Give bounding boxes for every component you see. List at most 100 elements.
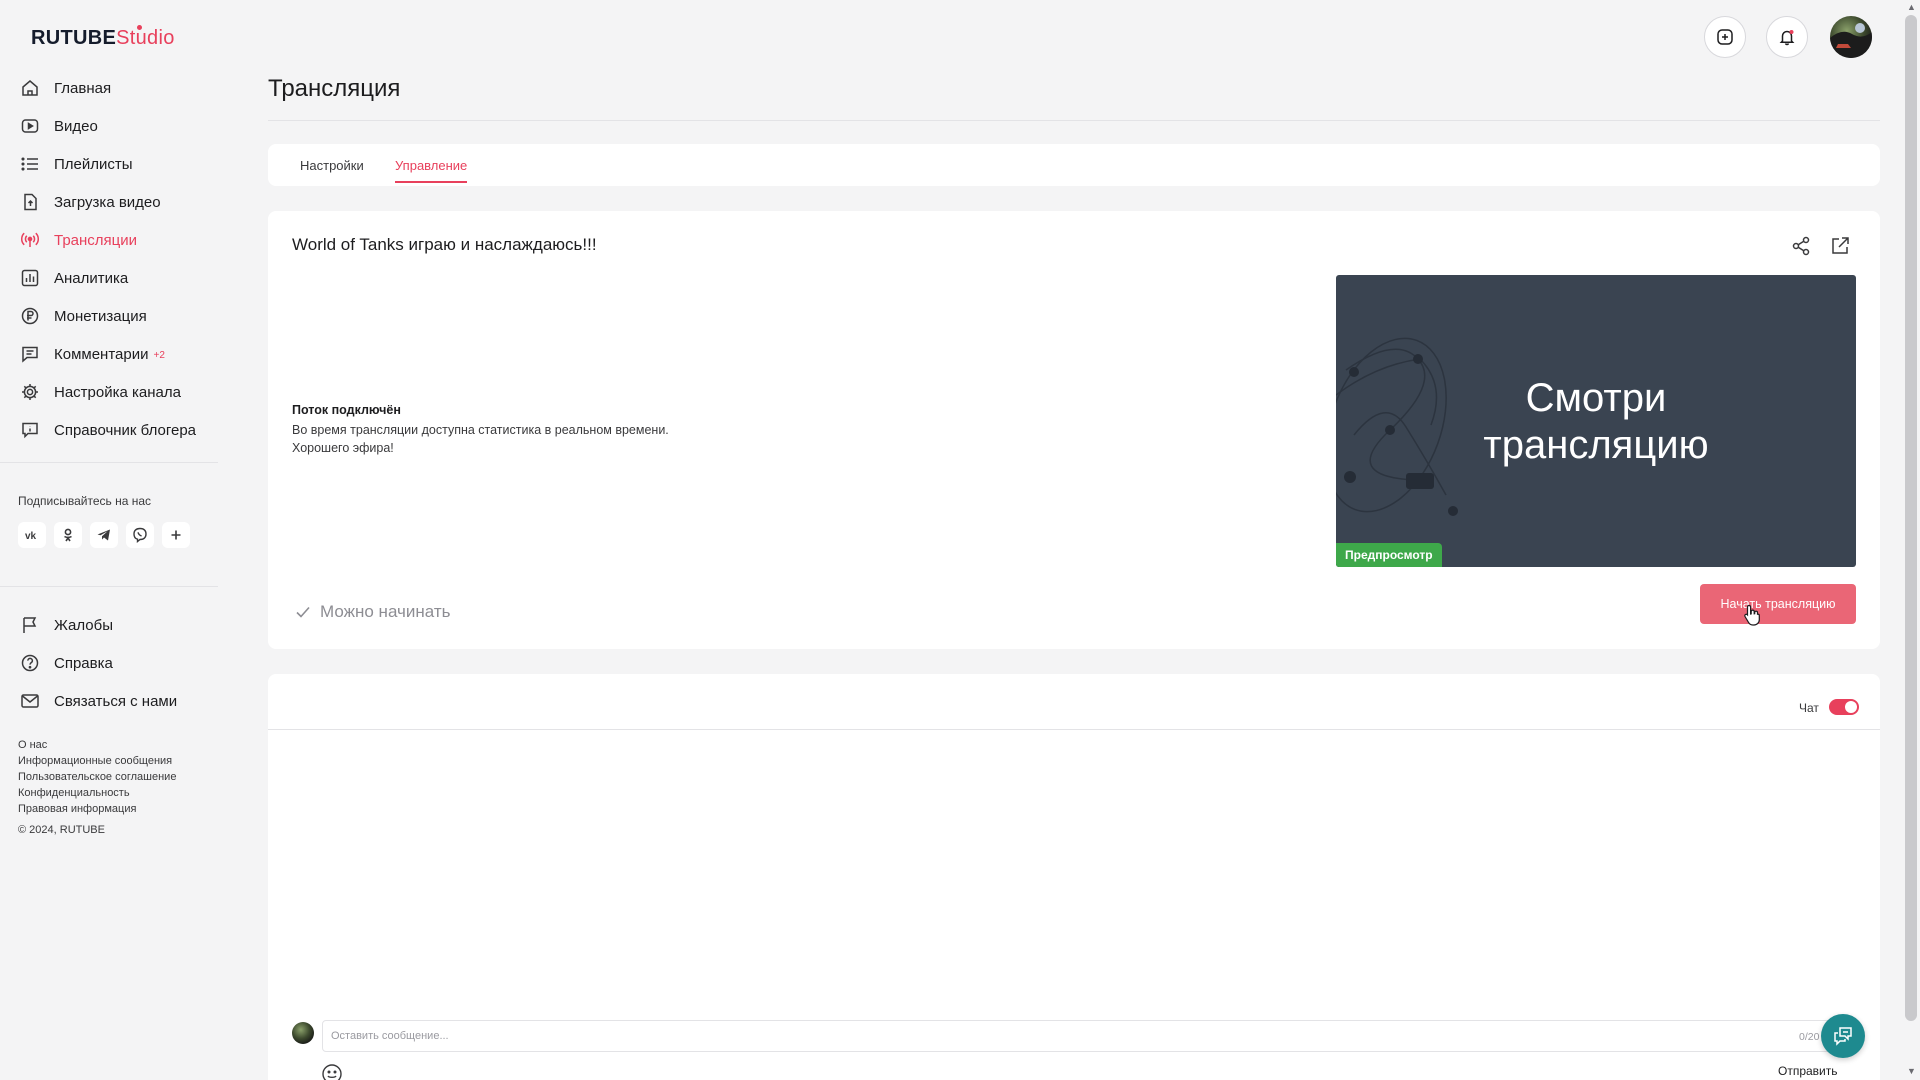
preview-caption: Смотри трансляцию — [1336, 375, 1856, 469]
tabs-bar: Настройки Управление — [268, 144, 1880, 186]
gear-icon — [22, 384, 38, 400]
add-video-icon — [1717, 29, 1733, 45]
odnoklassniki-icon[interactable] — [54, 522, 82, 548]
sidebar-item-analytics[interactable]: Аналитика — [20, 259, 196, 297]
logo-rutube-text: RUTUBE — [31, 27, 117, 49]
chat-message-input[interactable] — [322, 1020, 1860, 1052]
sidebar-secondary-nav: Жалобы Справка Связаться с нами — [20, 606, 177, 720]
sidebar-divider — [0, 462, 218, 463]
vk-icon[interactable]: vk — [18, 522, 46, 548]
telegram-icon[interactable] — [90, 522, 118, 548]
stream-preview[interactable]: Смотри трансляцию Предпросмотр — [1336, 275, 1856, 567]
upload-file-icon — [24, 193, 37, 211]
sidebar: RUTUBE Studio Главная Видео Плейлисты Заг… — [0, 0, 218, 1080]
sidebar-item-label: Главная — [54, 79, 112, 97]
support-chat-icon — [1834, 1027, 1852, 1046]
sidebar-item-label: Настройка канала — [54, 383, 181, 401]
stream-status-title: Поток подключён — [292, 403, 401, 417]
start-broadcast-button[interactable]: Начать трансляцию — [1700, 584, 1856, 624]
stream-status: Поток подключён Во время трансляции дост… — [292, 401, 669, 457]
footer-links: О нас Информационные сообщения Пользоват… — [18, 737, 176, 817]
playlist-icon — [21, 157, 38, 171]
sidebar-item-help[interactable]: Справка — [20, 644, 177, 682]
plus-icon[interactable] — [162, 522, 190, 548]
info-book-icon — [22, 422, 38, 439]
stream-status-line-2: Хорошего эфира! — [292, 441, 394, 455]
notifications-button[interactable] — [1766, 16, 1808, 58]
sidebar-item-channel-settings[interactable]: Настройка канала — [20, 373, 196, 411]
chat-user-avatar — [292, 1022, 314, 1044]
sidebar-item-blogger-guide[interactable]: Справочник блогера — [20, 411, 196, 449]
support-chat-button[interactable] — [1821, 1014, 1865, 1058]
ready-status-text: Можно начинать — [320, 602, 451, 621]
logo-dot — [137, 25, 142, 30]
user-avatar[interactable] — [1830, 16, 1872, 58]
sidebar-item-comments[interactable]: Комментарии +2 — [20, 335, 196, 373]
sidebar-item-video[interactable]: Видео — [20, 107, 196, 145]
footer-link-about[interactable]: О нас — [18, 737, 176, 753]
comment-icon — [22, 346, 38, 363]
sidebar-item-label: Комментарии — [54, 345, 149, 363]
footer-link-privacy[interactable]: Конфиденциальность — [18, 785, 176, 801]
sidebar-item-playlists[interactable]: Плейлисты — [20, 145, 196, 183]
chat-toggle-label: Чат — [1799, 701, 1819, 715]
ready-status: Можно начинать — [294, 602, 451, 622]
rutube-studio-logo[interactable]: RUTUBE Studio — [31, 25, 175, 50]
flag-icon — [23, 617, 37, 633]
title-divider — [268, 120, 1880, 121]
sidebar-item-contact[interactable]: Связаться с нами — [20, 682, 177, 720]
tab-settings[interactable]: Настройки — [300, 158, 364, 173]
page-title: Трансляция — [268, 75, 401, 102]
ruble-icon — [21, 307, 39, 325]
stream-card: World of Tanks играю и наслаждаюсь!!! По… — [268, 211, 1880, 649]
share-icon — [1792, 236, 1810, 256]
sidebar-item-label: Справочник блогера — [54, 421, 197, 439]
sidebar-item-broadcasts[interactable]: Трансляции — [20, 221, 196, 259]
sidebar-item-label: Аналитика — [54, 269, 129, 287]
chat-divider — [268, 729, 1880, 730]
sidebar-item-upload[interactable]: Загрузка видео — [20, 183, 196, 221]
sidebar-item-label: Плейлисты — [54, 155, 133, 173]
video-icon — [21, 119, 39, 133]
scroll-up-arrow-icon[interactable]: ▲ — [1907, 2, 1916, 12]
footer-link-legal[interactable]: Правовая информация — [18, 801, 176, 817]
sidebar-item-label: Справка — [54, 654, 113, 672]
help-icon — [21, 654, 39, 672]
create-button[interactable] — [1704, 16, 1746, 58]
share-button[interactable] — [1790, 235, 1812, 257]
copyright: © 2024, RUTUBE — [18, 824, 105, 836]
analytics-icon — [21, 269, 39, 287]
sidebar-item-monetization[interactable]: Монетизация — [20, 297, 196, 335]
footer-link-info-messages[interactable]: Информационные сообщения — [18, 753, 176, 769]
social-links: vk — [18, 522, 190, 548]
open-external-button[interactable] — [1829, 235, 1851, 257]
sidebar-nav: Главная Видео Плейлисты Загрузка видео Т… — [20, 69, 196, 449]
page-scrollbar[interactable]: ▲ ▼ — [1902, 0, 1920, 1080]
sidebar-item-complaints[interactable]: Жалобы — [20, 606, 177, 644]
logo-studio-text: Studio — [116, 27, 175, 49]
social-title: Подписывайтесь на нас — [18, 494, 152, 508]
sidebar-item-label: Трансляции — [54, 231, 138, 249]
external-link-icon — [1832, 237, 1849, 254]
sidebar-item-home[interactable]: Главная — [20, 69, 196, 107]
viber-icon[interactable] — [126, 522, 154, 548]
scroll-down-arrow-icon[interactable]: ▼ — [1907, 1066, 1916, 1076]
sidebar-divider — [0, 586, 218, 587]
tab-management[interactable]: Управление — [395, 158, 468, 183]
footer-link-user-agreement[interactable]: Пользовательское соглашение — [18, 769, 176, 785]
preview-caption-line-2: трансляцию — [1483, 423, 1709, 467]
sidebar-item-label: Монетизация — [54, 307, 147, 325]
preview-caption-line-1: Смотри — [1525, 376, 1667, 420]
home-icon — [22, 80, 38, 96]
scroll-thumb[interactable] — [1905, 15, 1917, 1021]
broadcast-icon — [20, 232, 40, 247]
chat-card: Чат 0/20 Отправить — [268, 674, 1880, 1080]
sidebar-item-label: Загрузка видео — [54, 193, 161, 211]
hand-cursor-icon — [1744, 604, 1760, 626]
chat-toggle[interactable] — [1829, 699, 1859, 715]
preview-badge: Предпросмотр — [1336, 543, 1442, 567]
mail-icon — [21, 694, 39, 708]
emoji-icon[interactable] — [321, 1063, 343, 1080]
send-message-button[interactable]: Отправить — [1778, 1064, 1838, 1078]
comments-count-badge: +2 — [153, 349, 165, 361]
